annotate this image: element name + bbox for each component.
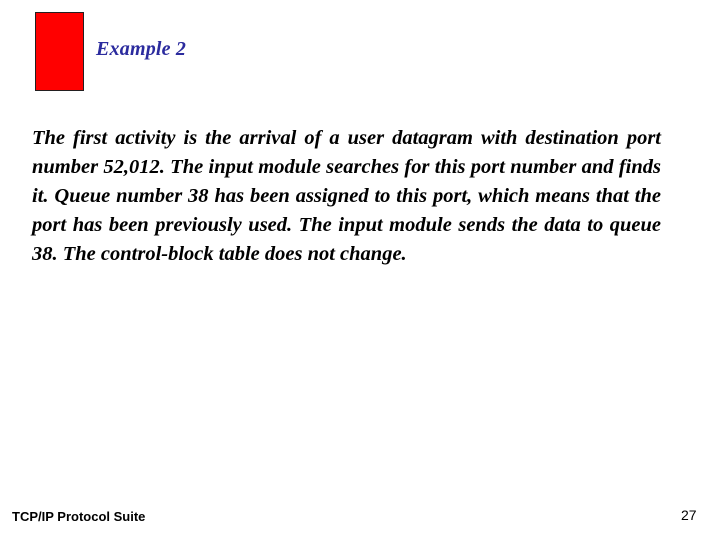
footer-page-number: 27: [681, 507, 697, 523]
page-title: Example 2: [96, 38, 187, 60]
body-paragraph: The first activity is the arrival of a u…: [32, 127, 661, 265]
red-accent-block: [35, 12, 84, 91]
slide-canvas: Example 2 The first activity is the arri…: [0, 0, 720, 540]
footer-book-title: TCP/IP Protocol Suite: [12, 509, 146, 524]
